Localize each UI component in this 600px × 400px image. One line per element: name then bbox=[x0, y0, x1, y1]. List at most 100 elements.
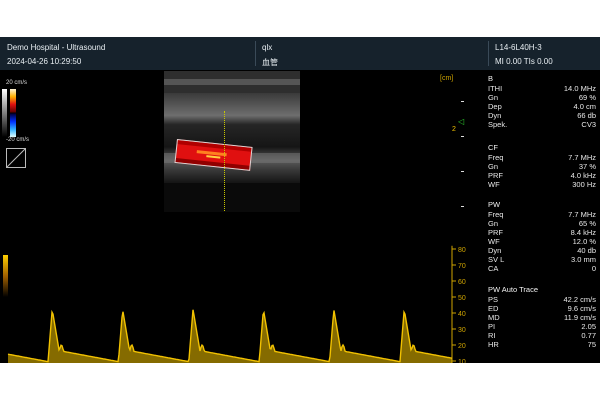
param-row: Gn 65 % bbox=[488, 219, 596, 228]
depth-tick bbox=[461, 136, 464, 137]
param-row: MD 11.9 cm/s bbox=[488, 313, 596, 322]
param-label: RI bbox=[488, 331, 496, 340]
param-row: Spek. CV3 bbox=[488, 120, 596, 129]
spectrum-fill bbox=[8, 309, 452, 363]
spectrum-envelope bbox=[7, 309, 453, 363]
colormap-icon bbox=[6, 148, 26, 168]
param-row: Freq 7.7 MHz bbox=[488, 210, 596, 219]
param-value: 4.0 cm bbox=[573, 102, 596, 111]
exam-type: 血管 bbox=[262, 58, 278, 67]
param-label: Gn bbox=[488, 93, 499, 102]
header-divider bbox=[488, 41, 489, 66]
depth-tick bbox=[461, 171, 464, 172]
param-value: 66 db bbox=[577, 111, 596, 120]
param-row: ITHI 14.0 MHz bbox=[488, 84, 596, 93]
sample-volume-line[interactable] bbox=[224, 111, 225, 211]
header-bar: Demo Hospital - Ultrasound 2024-04-26 10… bbox=[0, 37, 600, 70]
param-row: CA 0 bbox=[488, 264, 596, 273]
velocity-tick-label: 70 bbox=[458, 263, 466, 270]
safety-indices: MI 0.00 TIs 0.00 bbox=[495, 57, 553, 66]
param-value: 42.2 cm/s bbox=[563, 295, 596, 304]
param-row: PI 2.05 bbox=[488, 322, 596, 331]
velocity-tick-label: 50 bbox=[458, 295, 466, 302]
focus-marker-icon[interactable]: ◁ bbox=[458, 117, 464, 126]
param-value: 3.0 mm bbox=[570, 255, 596, 264]
param-row: Dyn 66 db bbox=[488, 111, 596, 120]
depth-tick bbox=[461, 101, 464, 102]
param-row: Freq 7.7 MHz bbox=[488, 153, 596, 162]
param-label: PS bbox=[488, 295, 499, 304]
section-title: PW Auto Trace bbox=[488, 285, 539, 294]
param-value: CV3 bbox=[581, 120, 596, 129]
velocity-tick-label: 30 bbox=[458, 327, 466, 334]
doppler-spectrum: 1020304050607080cm/s01234 bbox=[0, 211, 480, 363]
hospital-name: Demo Hospital - Ultrasound bbox=[7, 43, 106, 52]
param-label: HR bbox=[488, 340, 499, 349]
param-label: WF bbox=[488, 237, 500, 246]
param-row: HR 75 bbox=[488, 340, 596, 349]
param-row: PRF 8.4 kHz bbox=[488, 228, 596, 237]
velocity-tick-label: 20 bbox=[458, 343, 466, 350]
param-label: Freq bbox=[488, 153, 504, 162]
header-divider bbox=[255, 41, 256, 66]
section-title: CF bbox=[488, 143, 498, 152]
param-label: Freq bbox=[488, 210, 504, 219]
param-label: PI bbox=[488, 322, 496, 331]
param-label: Dyn bbox=[488, 246, 502, 255]
param-label: ED bbox=[488, 304, 499, 313]
velocity-tick-label: 40 bbox=[458, 311, 466, 318]
depth-marker-label: 2 bbox=[452, 126, 456, 133]
depth-unit-label: [cm] bbox=[440, 75, 454, 82]
param-label: Spek. bbox=[488, 120, 508, 129]
param-label: SV L bbox=[488, 255, 505, 264]
param-label: PRF bbox=[488, 171, 503, 180]
param-row: ED 9.6 cm/s bbox=[488, 304, 596, 313]
velocity-tick-label: 10 bbox=[458, 359, 466, 363]
param-row: Dep 4.0 cm bbox=[488, 102, 596, 111]
param-value: 65 % bbox=[578, 219, 596, 228]
param-row: Gn 69 % bbox=[488, 93, 596, 102]
param-row: WF 12.0 % bbox=[488, 237, 596, 246]
param-value: 4.0 kHz bbox=[570, 171, 596, 180]
param-value: 69 % bbox=[578, 93, 596, 102]
param-label: CA bbox=[488, 264, 499, 273]
ultrasound-screen: Demo Hospital - Ultrasound 2024-04-26 10… bbox=[0, 37, 600, 363]
depth-tick bbox=[461, 206, 464, 207]
param-label: Dyn bbox=[488, 111, 502, 120]
param-label: WF bbox=[488, 180, 500, 189]
param-value: 12.0 % bbox=[572, 237, 596, 246]
velocity-tick-label: 80 bbox=[458, 247, 466, 254]
param-value: 40 db bbox=[577, 246, 596, 255]
probe-name: L14-6L40H-3 bbox=[495, 43, 542, 52]
param-row: PRF 4.0 kHz bbox=[488, 171, 596, 180]
param-value: 7.7 MHz bbox=[568, 153, 596, 162]
param-row: Dyn 40 db bbox=[488, 246, 596, 255]
param-row: RI 0.77 bbox=[488, 331, 596, 340]
colorbar-top-label: 20 cm/s bbox=[6, 80, 28, 86]
param-label: MD bbox=[488, 313, 500, 322]
param-value: 8.4 kHz bbox=[570, 228, 596, 237]
baseline-scale-bar bbox=[3, 255, 8, 297]
param-row: WF 300 Hz bbox=[488, 180, 596, 189]
color-velocity-bar bbox=[10, 89, 16, 137]
section-title: PW bbox=[488, 200, 501, 209]
param-value: 2.05 bbox=[581, 322, 596, 331]
param-value: 300 Hz bbox=[572, 180, 596, 189]
depth-scale: ◁ 2 bbox=[452, 87, 467, 222]
param-row: PS 42.2 cm/s bbox=[488, 295, 596, 304]
exam-datetime: 2024-04-26 10:29:50 bbox=[7, 57, 82, 66]
param-row: SV L 3.0 mm bbox=[488, 255, 596, 264]
param-label: Dep bbox=[488, 102, 502, 111]
param-label: ITHI bbox=[488, 84, 503, 93]
param-value: 11.9 cm/s bbox=[564, 313, 596, 322]
colorbar-bottom-label: -20 cm/s bbox=[6, 137, 30, 143]
param-label: Gn bbox=[488, 219, 499, 228]
param-value: 37 % bbox=[578, 162, 596, 171]
param-value: 14.0 MHz bbox=[563, 84, 596, 93]
param-value: 0.77 bbox=[581, 331, 596, 340]
patient-id: qlx bbox=[262, 43, 273, 52]
b-mode-image[interactable] bbox=[164, 71, 300, 212]
param-value: 9.6 cm/s bbox=[567, 304, 596, 313]
param-label: Gn bbox=[488, 162, 499, 171]
velocity-tick-label: 60 bbox=[458, 279, 466, 286]
